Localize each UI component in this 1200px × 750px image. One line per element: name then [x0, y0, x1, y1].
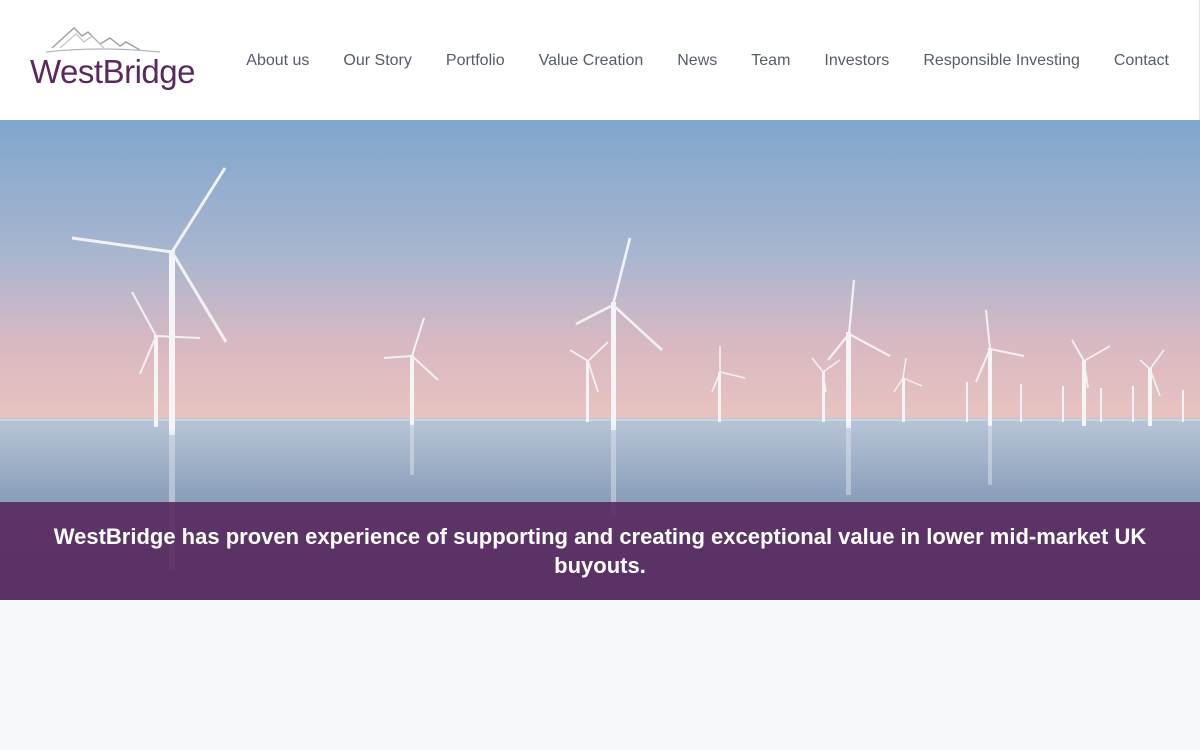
brand-wordmark[interactable]: WestBridge — [30, 52, 195, 92]
site-header: WestBridge About us Our Story Portfolio … — [0, 0, 1200, 120]
nav-item-our-story[interactable]: Our Story — [343, 44, 411, 78]
main-navigation: About us Our Story Portfolio Value Creat… — [212, 44, 1169, 78]
nav-item-contact[interactable]: Contact — [1114, 44, 1169, 78]
nav-item-team[interactable]: Team — [751, 44, 790, 78]
hero-banner: WestBridge has proven experience of supp… — [0, 502, 1200, 600]
nav-item-value-creation[interactable]: Value Creation — [539, 44, 644, 78]
content-section — [0, 600, 1200, 750]
nav-item-responsible-investing[interactable]: Responsible Investing — [923, 44, 1080, 78]
nav-item-news[interactable]: News — [677, 44, 717, 78]
nav-item-about-us[interactable]: About us — [246, 44, 309, 78]
nav-item-portfolio[interactable]: Portfolio — [446, 44, 505, 78]
nav-item-investors[interactable]: Investors — [824, 44, 889, 78]
hero-headline: WestBridge has proven experience of supp… — [53, 524, 1147, 578]
